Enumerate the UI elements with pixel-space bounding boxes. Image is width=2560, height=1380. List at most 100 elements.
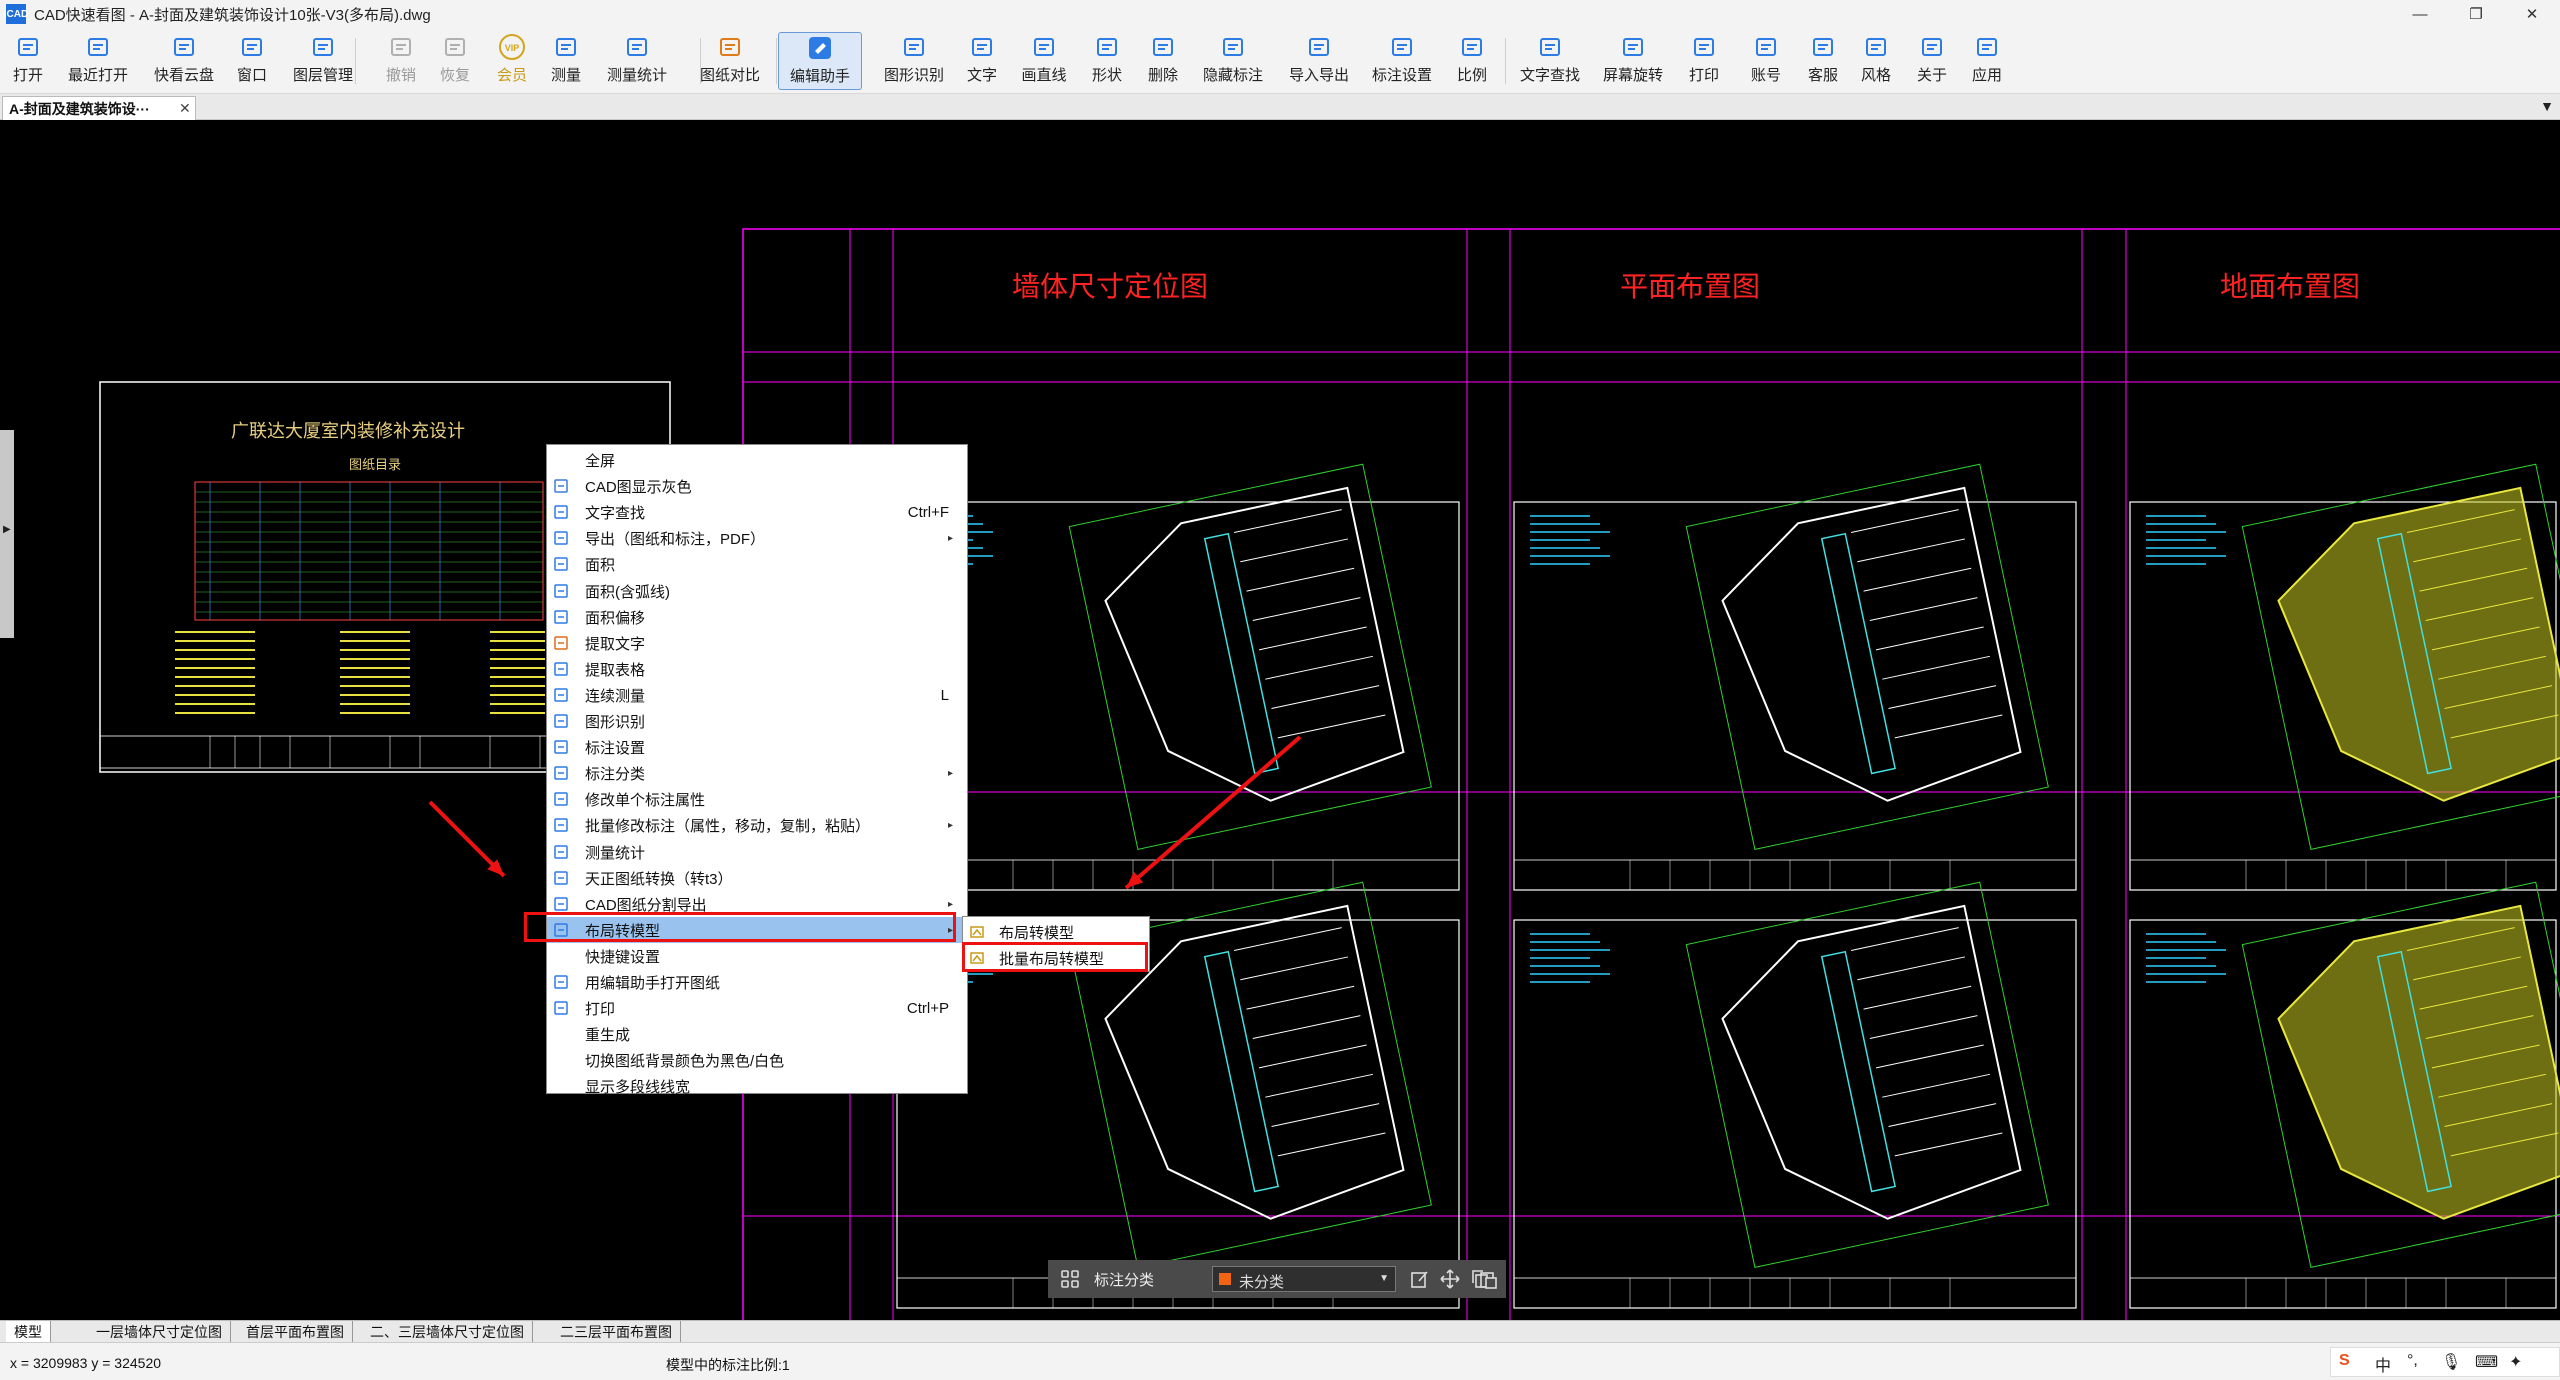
submenu-callout-box: [962, 942, 1148, 972]
layout-tab[interactable]: 二、三层墙体尺寸定位图: [362, 1321, 533, 1342]
context-menu-item[interactable]: 打印 Ctrl+P: [547, 995, 967, 1021]
toolbar-recent-button[interactable]: 最近打开: [62, 32, 134, 90]
layout-tab[interactable]: 二三层平面布置图: [552, 1321, 681, 1342]
extract-text-icon: [553, 635, 569, 651]
room-wall: [1277, 1132, 1386, 1157]
expand-panel-icon[interactable]: ▶: [3, 524, 11, 535]
toolbar-import-export-button[interactable]: 导入导出: [1283, 32, 1355, 90]
toolbar-open-folder-button[interactable]: 打开: [8, 32, 48, 90]
context-menu-item[interactable]: 用编辑助手打开图纸: [547, 969, 967, 995]
drawing-canvas[interactable]: 墙体尺寸定位图 平面布置图 地面布置图 广联达大厦室内装修补充设计 图纸目录 ▶: [0, 120, 2560, 1320]
context-menu-item-label: 面积: [585, 556, 616, 574]
context-menu-item[interactable]: 面积: [547, 551, 967, 577]
toolbar-redo-button[interactable]: 恢复: [435, 32, 475, 90]
microphone-icon[interactable]: 🎙: [2441, 1352, 2461, 1372]
toolbar-label: 客服: [1807, 67, 1838, 84]
context-menu-item[interactable]: 切换图纸背景颜色为黑色/白色: [547, 1047, 967, 1073]
room-wall: [1869, 1015, 1978, 1039]
toolbar-edit-assistant-button[interactable]: 编辑助手: [778, 32, 862, 90]
context-menu-item[interactable]: 测量统计: [547, 839, 967, 865]
toolbar-hide-annotation-button[interactable]: 隐藏标注: [1197, 32, 1269, 90]
edit-assistant-icon: [553, 974, 569, 990]
punctuation-icon[interactable]: °,: [2407, 1352, 2418, 1370]
toolbar-label: 导入导出: [1288, 67, 1349, 84]
context-menu-item[interactable]: 图形识别: [547, 708, 967, 734]
toolbar-rotate-screen-button[interactable]: 屏幕旋转: [1597, 32, 1669, 90]
toolbar-ruler-button[interactable]: 测量: [546, 32, 586, 90]
context-menu-item[interactable]: 重生成: [547, 1021, 967, 1047]
toolbar-info-button[interactable]: 关于: [1912, 32, 1952, 90]
toolbar-label: 会员: [496, 67, 527, 84]
edit-annotation-icon[interactable]: [1410, 1269, 1430, 1289]
toolbar-apps-button[interactable]: 应用: [1967, 32, 2007, 90]
context-menu-item[interactable]: 显示多段线线宽: [547, 1073, 967, 1099]
context-menu-item[interactable]: 批量修改标注（属性，移动，复制，粘贴） ▸: [547, 812, 967, 838]
annotation-category-select[interactable]: 未分类 ▼: [1212, 1266, 1396, 1292]
ime-settings-icon[interactable]: ✦: [2509, 1352, 2522, 1372]
document-tab[interactable]: A-封面及建筑装饰设··· ✕: [2, 96, 196, 120]
context-menu-item[interactable]: 标注设置: [547, 734, 967, 760]
toolbar-compare-button[interactable]: 图纸对比: [694, 32, 766, 90]
toolbar-layers-button[interactable]: 图层管理: [287, 32, 359, 90]
context-menu-item-label: 重生成: [585, 1026, 631, 1044]
grid-menu-icon[interactable]: [1060, 1269, 1080, 1289]
context-menu-item[interactable]: 提取表格: [547, 656, 967, 682]
toolbar-shape-button[interactable]: 形状: [1087, 32, 1127, 90]
room-wall: [1258, 626, 1367, 651]
toolbar-text-button[interactable]: 文字: [962, 32, 1002, 90]
toolbar-vip-button[interactable]: VIP 会员: [492, 32, 532, 90]
keyboard-icon[interactable]: ⌨: [2475, 1352, 2498, 1372]
status-bar: x = 3209983 y = 324520 模型中的标注比例:1 S 中 °,…: [0, 1342, 2560, 1380]
context-menu-item[interactable]: 面积偏移: [547, 604, 967, 630]
close-button[interactable]: ✕: [2504, 0, 2560, 28]
toolbar-label: 风格: [1860, 67, 1891, 84]
open-folder-icon: [13, 32, 43, 62]
context-menu-item[interactable]: 连续测量 L: [547, 682, 967, 708]
area-icon: [553, 556, 569, 572]
context-menu-item[interactable]: 修改单个标注属性: [547, 786, 967, 812]
context-menu-item-label: CAD图显示灰色: [585, 478, 692, 496]
vip-icon: VIP: [497, 32, 527, 62]
context-menu-item[interactable]: 提取文字: [547, 630, 967, 656]
toolbar-label: 编辑助手: [789, 68, 850, 85]
toolbar-label: 账号: [1750, 67, 1781, 84]
toolbar-style-button[interactable]: 风格: [1856, 32, 1896, 90]
context-menu-item[interactable]: 面积(含弧线): [547, 578, 967, 604]
toolbar-undo-button[interactable]: 撤销: [381, 32, 421, 90]
toolbar-headset-button[interactable]: 客服: [1803, 32, 1843, 90]
context-menu-item[interactable]: 快捷键设置: [547, 943, 967, 969]
sogou-logo-icon[interactable]: S: [2339, 1352, 2350, 1370]
plan-sheet: [1513, 501, 2077, 891]
tab-list-dropdown-icon[interactable]: ▼: [2540, 98, 2554, 114]
context-menu-item[interactable]: CAD图显示灰色: [547, 473, 967, 499]
context-menu-item[interactable]: 标注分类 ▸: [547, 760, 967, 786]
layout-tab[interactable]: 首层平面布置图: [238, 1321, 353, 1342]
paste-annotation-icon[interactable]: [1478, 1269, 1498, 1289]
toolbar-text-search-button[interactable]: 文字查找: [1514, 32, 1586, 90]
toolbar-print-button[interactable]: 打印: [1684, 32, 1724, 90]
context-menu-item[interactable]: 全屏: [547, 447, 967, 473]
minimize-button[interactable]: —: [2392, 0, 2448, 28]
toolbar-line-button[interactable]: 画直线: [1016, 32, 1072, 90]
context-menu-item[interactable]: 天正图纸转换（转t3）: [547, 865, 967, 891]
ime-language-indicator[interactable]: 中: [2375, 1352, 2391, 1376]
maximize-button[interactable]: ❐: [2448, 0, 2504, 28]
toolbar-eraser-button[interactable]: 删除: [1143, 32, 1183, 90]
annotation-category-value: 未分类: [1239, 1274, 1285, 1291]
context-menu-item[interactable]: 文字查找 Ctrl+F: [547, 499, 967, 525]
toolbar-annotation-settings-button[interactable]: 标注设置: [1366, 32, 1438, 90]
toolbar-account-button[interactable]: 账号: [1746, 32, 1786, 90]
context-menu-item-label: 全屏: [585, 452, 616, 470]
toolbar-measure-stats-button[interactable]: 测量统计: [601, 32, 673, 90]
plan-sheet: [896, 919, 1460, 1309]
context-menu-item[interactable]: 导出（图纸和标注，PDF） ▸: [547, 525, 967, 551]
context-menu-item-label: 天正图纸转换（转t3）: [585, 870, 733, 888]
layout-tab[interactable]: 模型: [6, 1321, 51, 1342]
close-tab-icon[interactable]: ✕: [179, 100, 191, 117]
move-annotation-icon[interactable]: [1440, 1269, 1460, 1289]
toolbar-shape-recognize-button[interactable]: 图形识别: [878, 32, 950, 90]
toolbar-scale-button[interactable]: 比例: [1452, 32, 1492, 90]
layout-tab[interactable]: 一层墙体尺寸定位图: [88, 1321, 231, 1342]
toolbar-cloud-button[interactable]: 快看云盘: [148, 32, 220, 90]
toolbar-window-button[interactable]: 窗口: [232, 32, 272, 90]
